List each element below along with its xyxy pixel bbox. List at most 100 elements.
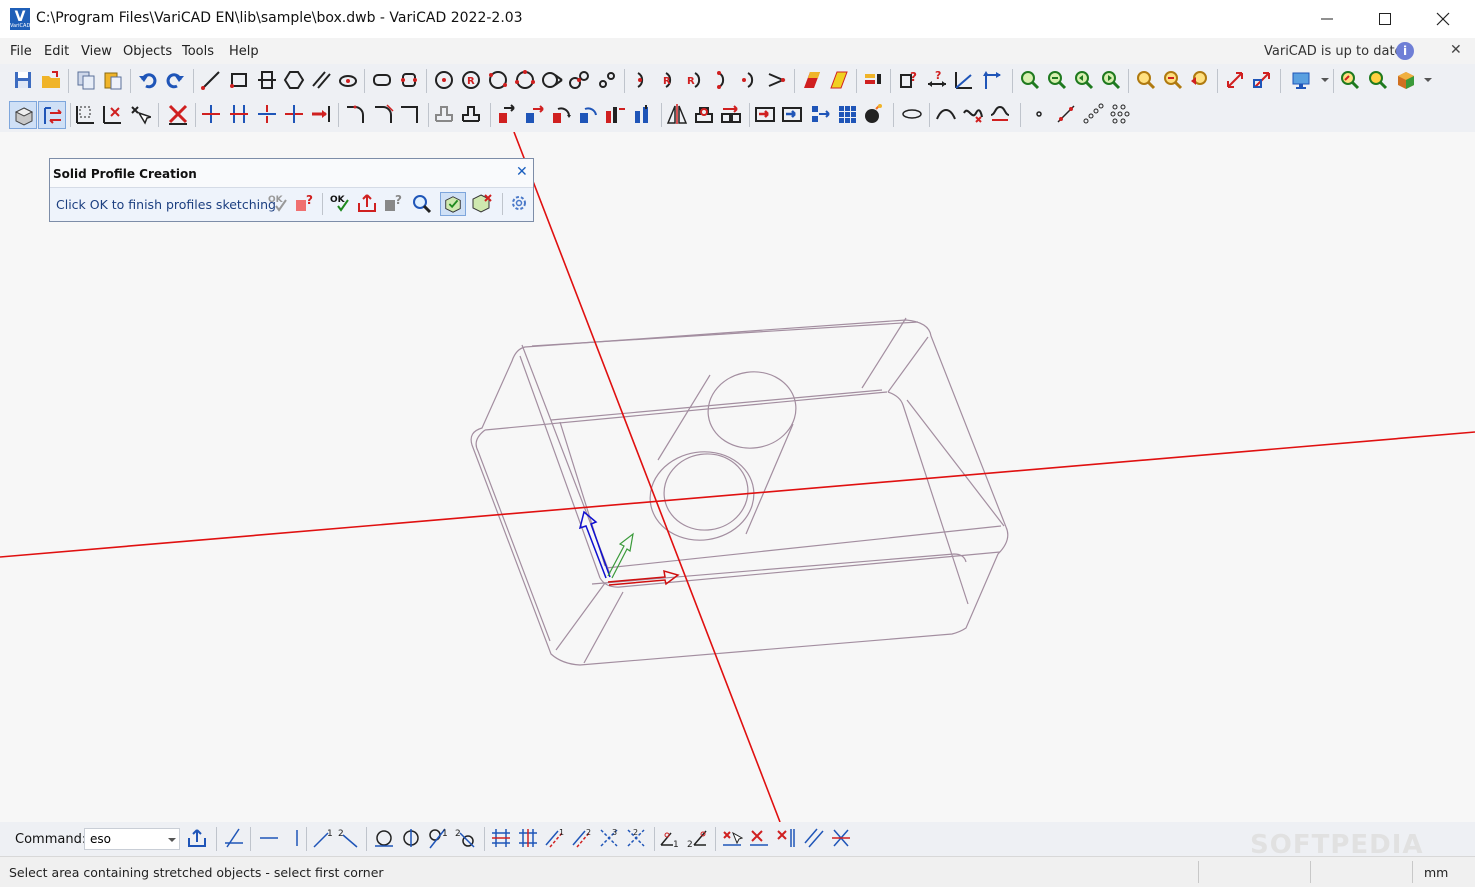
fill-solid-icon[interactable] bbox=[801, 69, 823, 91]
cancel-select-icon[interactable] bbox=[721, 827, 743, 849]
scale-icon[interactable] bbox=[693, 103, 715, 125]
circle-radius-icon[interactable]: R bbox=[460, 69, 482, 91]
points-on-line-icon[interactable] bbox=[1055, 103, 1077, 125]
cancel-last-icon[interactable] bbox=[748, 827, 770, 849]
point-icon[interactable] bbox=[1028, 103, 1050, 125]
ok-disabled-icon[interactable]: OK bbox=[267, 192, 289, 214]
pan-icon[interactable] bbox=[1224, 69, 1246, 91]
spline-points-icon[interactable] bbox=[962, 103, 984, 125]
delete-icon[interactable] bbox=[167, 103, 189, 125]
snap-vertical-icon[interactable] bbox=[286, 827, 308, 849]
help-profile-icon[interactable]: ? bbox=[294, 192, 316, 214]
symmetry-icon[interactable] bbox=[666, 103, 688, 125]
menu-edit[interactable]: Edit bbox=[44, 44, 69, 59]
menu-help[interactable]: Help bbox=[229, 44, 259, 59]
copy-move-icon[interactable] bbox=[523, 103, 545, 125]
snap-angle-two-icon[interactable]: 2 bbox=[686, 827, 708, 849]
grid-array-icon[interactable] bbox=[836, 103, 858, 125]
ellipse-icon[interactable] bbox=[901, 103, 923, 125]
select-objects-icon[interactable] bbox=[129, 103, 151, 125]
circle-tangent-two-icon[interactable] bbox=[568, 69, 590, 91]
copy-icon[interactable] bbox=[75, 69, 97, 91]
menu-objects[interactable]: Objects bbox=[123, 44, 172, 59]
snap-grid-icon[interactable] bbox=[490, 827, 512, 849]
profile-help-icon[interactable]: ? bbox=[383, 192, 405, 214]
open-file-icon[interactable] bbox=[40, 69, 62, 91]
snap-parallel-two-icon[interactable]: 2 bbox=[571, 827, 593, 849]
minimize-button[interactable] bbox=[1298, 0, 1356, 38]
snap-horizontal-icon[interactable] bbox=[258, 827, 280, 849]
arc-radius-icon[interactable]: R bbox=[658, 69, 680, 91]
rotate-icon[interactable] bbox=[550, 103, 572, 125]
solid-mode-toggle[interactable] bbox=[440, 192, 466, 216]
snap-cross-icon[interactable]: 3 bbox=[598, 827, 620, 849]
circle-two-points-icon[interactable] bbox=[487, 69, 509, 91]
zoom-out-icon[interactable] bbox=[1046, 69, 1068, 91]
trim-icon[interactable] bbox=[200, 103, 222, 125]
measure-angle-icon[interactable] bbox=[953, 69, 975, 91]
menu-file[interactable]: File bbox=[10, 44, 32, 59]
arc-three-points-icon[interactable] bbox=[712, 69, 734, 91]
arc-center-icon[interactable] bbox=[631, 69, 653, 91]
zoom-window-icon[interactable] bbox=[1019, 69, 1041, 91]
spline-icon[interactable] bbox=[935, 103, 957, 125]
move-icon[interactable] bbox=[496, 103, 518, 125]
small-circles-icon[interactable] bbox=[596, 69, 618, 91]
rectangle-icon[interactable] bbox=[228, 69, 250, 91]
insert-block-icon[interactable] bbox=[754, 103, 776, 125]
switch-2d-3d-toggle[interactable] bbox=[38, 101, 66, 129]
fillet-icon[interactable] bbox=[345, 103, 367, 125]
explode-block-icon[interactable] bbox=[781, 103, 803, 125]
zoom-profile-icon[interactable] bbox=[410, 192, 432, 214]
drawing-canvas[interactable] bbox=[0, 132, 1475, 822]
zoom-scale-icon[interactable] bbox=[1162, 69, 1184, 91]
stretch-to-icon[interactable] bbox=[310, 103, 332, 125]
cancel-all-icon[interactable] bbox=[775, 827, 797, 849]
chevron-down-icon[interactable] bbox=[1316, 69, 1338, 91]
zoom-previous-icon[interactable] bbox=[1073, 69, 1095, 91]
hatch-icon[interactable] bbox=[310, 69, 332, 91]
menu-tools[interactable]: Tools bbox=[182, 44, 214, 59]
ellipse-arc-icon[interactable] bbox=[337, 69, 359, 91]
export-profile-icon[interactable] bbox=[356, 192, 378, 214]
copy-mirror-icon[interactable] bbox=[632, 103, 654, 125]
maximize-button[interactable] bbox=[1356, 0, 1414, 38]
points-divide-icon[interactable] bbox=[1082, 103, 1104, 125]
status-units[interactable]: mm bbox=[1424, 865, 1448, 880]
corner-icon[interactable] bbox=[399, 103, 421, 125]
snap-intersection-icon[interactable] bbox=[223, 827, 245, 849]
deselect-window-icon[interactable] bbox=[101, 103, 123, 125]
snap-cross-alt-icon[interactable]: 2 bbox=[625, 827, 647, 849]
arc-tangent-icon[interactable] bbox=[739, 69, 761, 91]
snap-angle-one-icon[interactable]: 1 bbox=[659, 827, 681, 849]
save-icon[interactable] bbox=[12, 69, 34, 91]
profile-extrude-icon[interactable] bbox=[433, 103, 455, 125]
zoom-3d-icon[interactable] bbox=[1367, 69, 1389, 91]
circle-center-icon[interactable] bbox=[433, 69, 455, 91]
bomb-explode-icon[interactable] bbox=[862, 103, 884, 125]
break-icon[interactable] bbox=[283, 103, 305, 125]
measure-distance-icon[interactable]: ? bbox=[926, 69, 948, 91]
ok-finish-icon[interactable]: OK bbox=[329, 192, 351, 214]
redo-icon[interactable] bbox=[164, 69, 186, 91]
snap-endpoint-two-icon[interactable]: 2 bbox=[337, 827, 359, 849]
settings-gear-icon[interactable] bbox=[508, 192, 530, 214]
snap-circle-tangent-icon[interactable]: 1 bbox=[427, 827, 449, 849]
pan-window-icon[interactable] bbox=[1251, 69, 1273, 91]
mirror-icon[interactable] bbox=[604, 103, 626, 125]
array-icon[interactable] bbox=[720, 103, 742, 125]
points-array-icon[interactable] bbox=[1109, 103, 1131, 125]
mode-3d-toggle[interactable] bbox=[9, 101, 37, 129]
profile-icon[interactable] bbox=[256, 69, 278, 91]
zoom-all-icon[interactable] bbox=[1135, 69, 1157, 91]
circle-three-points-icon[interactable] bbox=[514, 69, 536, 91]
zoom-next-icon[interactable] bbox=[1100, 69, 1122, 91]
group-move-icon[interactable] bbox=[809, 103, 831, 125]
zoom-2d-icon[interactable] bbox=[1339, 69, 1361, 91]
rounded-rectangle-icon[interactable] bbox=[371, 69, 393, 91]
snap-circle-center-icon[interactable] bbox=[400, 827, 422, 849]
snap-off-icon[interactable] bbox=[830, 827, 852, 849]
snap-circle-bottom-icon[interactable] bbox=[373, 827, 395, 849]
close-window-button[interactable] bbox=[1414, 0, 1472, 38]
paste-icon[interactable] bbox=[102, 69, 124, 91]
